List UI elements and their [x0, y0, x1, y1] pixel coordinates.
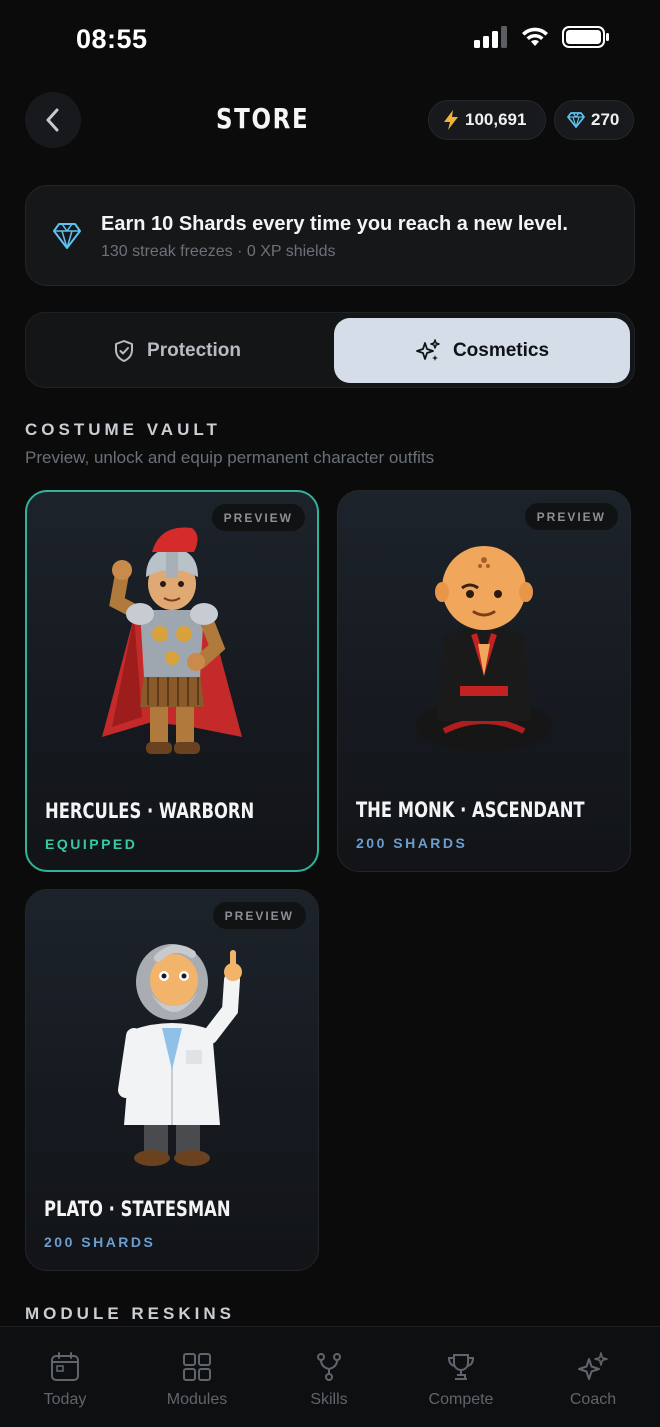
costume-name: THE MONK · ASCENDANT — [356, 798, 585, 822]
nav-coach[interactable]: Coach — [538, 1351, 648, 1409]
status-bar: 08:55 — [0, 0, 660, 80]
costume-vault-subtitle: Preview, unlock and equip permanent char… — [25, 448, 435, 467]
nav-skills-label: Skills — [310, 1391, 348, 1408]
shards-info-card: Earn 10 Shards every time you reach a ne… — [25, 185, 635, 286]
trophy-icon — [447, 1354, 475, 1380]
status-icons — [474, 26, 610, 48]
diamond-icon — [53, 223, 81, 249]
info-headline: Earn 10 Shards every time you reach a ne… — [101, 213, 568, 235]
sparkles-icon — [578, 1352, 608, 1380]
bottom-navigation: Today Modules Skills Compete Coach — [0, 1326, 660, 1427]
info-subline: 130 streak freezes · 0 XP shields — [101, 243, 336, 260]
store-header: STORE 100,691 270 — [0, 92, 660, 148]
costume-card-plato[interactable]: PREVIEW PLATO · STATESMAN 200 SHARDS — [25, 889, 319, 1271]
costume-name: PLATO · STATESMAN — [44, 1197, 231, 1221]
hercules-illustration — [27, 512, 317, 782]
shard-balance-value: 270 — [591, 110, 620, 129]
status-time: 08:55 — [76, 24, 148, 54]
costume-card-hercules[interactable]: PREVIEW HERCULES · WARBORN EQUIPPED — [25, 490, 319, 872]
lightning-icon — [444, 110, 458, 130]
branch-icon — [317, 1353, 341, 1381]
tab-protection-label: Protection — [147, 339, 241, 361]
costume-price: 200 SHARDS — [44, 1234, 156, 1250]
calendar-icon — [51, 1352, 79, 1381]
diamond-icon — [567, 112, 585, 128]
nav-today-label: Today — [43, 1391, 87, 1408]
store-tabs: Protection Cosmetics — [25, 312, 635, 388]
costume-vault-title: COSTUME VAULT — [25, 420, 221, 439]
sparkles-icon — [416, 338, 440, 361]
cellular-signal-icon — [474, 26, 507, 48]
costume-card-monk[interactable]: PREVIEW THE MONK · ASCENDANT 200 SHARDS — [337, 490, 631, 872]
nav-modules-label: Modules — [166, 1391, 228, 1408]
nav-compete[interactable]: Compete — [406, 1351, 516, 1409]
nav-modules[interactable]: Modules — [142, 1351, 252, 1409]
back-button[interactable] — [25, 92, 81, 148]
nav-today[interactable]: Today — [10, 1351, 120, 1409]
page-title: STORE — [216, 102, 310, 135]
battery-icon — [562, 26, 609, 48]
nav-skills[interactable]: Skills — [274, 1351, 384, 1409]
wifi-icon — [522, 27, 548, 46]
xp-balance-value: 100,691 — [465, 110, 527, 129]
shield-check-icon — [115, 339, 134, 362]
plato-illustration — [26, 910, 318, 1180]
tab-cosmetics[interactable]: Cosmetics — [334, 318, 630, 383]
nav-compete-label: Compete — [428, 1391, 494, 1408]
grid-icon — [183, 1353, 211, 1381]
nav-coach-label: Coach — [569, 1391, 617, 1408]
monk-illustration — [338, 511, 630, 781]
costume-price: 200 SHARDS — [356, 835, 468, 851]
xp-balance-pill[interactable]: 100,691 — [428, 100, 546, 140]
module-reskins-title: MODULE RESKINS — [25, 1304, 235, 1323]
costume-status-equipped: EQUIPPED — [45, 836, 138, 852]
costume-name: HERCULES · WARBORN — [45, 799, 255, 823]
chevron-left-icon — [46, 108, 59, 132]
shard-balance-pill[interactable]: 270 — [554, 100, 634, 140]
tab-cosmetics-label: Cosmetics — [452, 339, 550, 361]
tab-protection[interactable]: Protection — [32, 318, 322, 383]
